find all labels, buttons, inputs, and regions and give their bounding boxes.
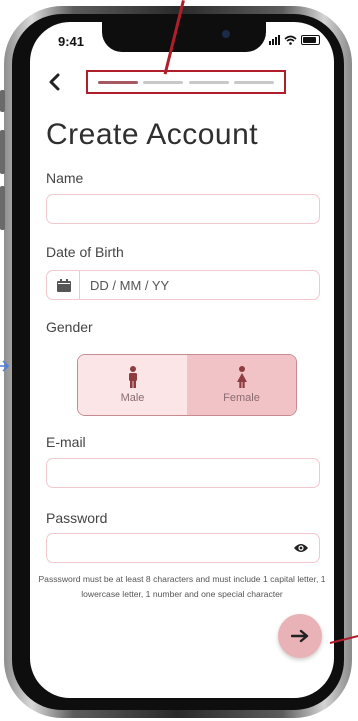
password-hint: Passsword must be at least 8 characters …: [38, 574, 326, 599]
camera: [222, 30, 230, 38]
wifi-icon: [284, 35, 297, 45]
dob-field[interactable]: DD / MM / YY: [46, 270, 320, 300]
email-field[interactable]: [46, 458, 320, 488]
gender-option-female-label: Female: [223, 392, 260, 404]
gender-toggle: Male Female: [77, 354, 297, 416]
page-title: Create Account: [46, 118, 259, 151]
battery-icon: [301, 35, 320, 45]
app-screen: 9:41 Create Account Name Date of Birth D…: [30, 22, 334, 698]
calendar-icon: [57, 278, 71, 292]
progress-step-4: [233, 80, 274, 84]
male-icon: [128, 366, 137, 388]
status-icons: [269, 35, 320, 45]
name-field[interactable]: [46, 194, 320, 224]
signal-icon: [269, 35, 280, 45]
volume-up-button: [0, 130, 5, 174]
progress-step-3: [188, 80, 229, 84]
name-label: Name: [46, 170, 84, 186]
password-label: Password: [46, 510, 108, 526]
annotation-arrow-left-icon: [0, 360, 10, 372]
back-button[interactable]: [48, 72, 60, 92]
status-time: 9:41: [58, 34, 85, 49]
gender-label: Gender: [46, 319, 93, 335]
dob-divider: [79, 270, 80, 300]
progress-indicator: [86, 70, 286, 94]
eye-icon[interactable]: [293, 542, 309, 554]
mute-switch: [0, 90, 5, 112]
password-field[interactable]: [46, 533, 320, 563]
gender-option-male-label: Male: [120, 392, 145, 404]
email-label: E-mail: [46, 434, 86, 450]
arrow-right-icon: [291, 629, 309, 643]
female-icon: [236, 366, 247, 388]
next-button[interactable]: [278, 614, 322, 658]
chevron-left-icon: [49, 73, 60, 91]
dob-placeholder: DD / MM / YY: [90, 277, 170, 293]
dob-label: Date of Birth: [46, 244, 124, 260]
gender-option-male[interactable]: Male: [78, 355, 187, 415]
notch: [102, 22, 266, 52]
volume-down-button: [0, 186, 5, 230]
progress-step-1: [98, 80, 138, 84]
progress-step-2: [143, 80, 184, 84]
gender-option-female[interactable]: Female: [187, 355, 296, 415]
